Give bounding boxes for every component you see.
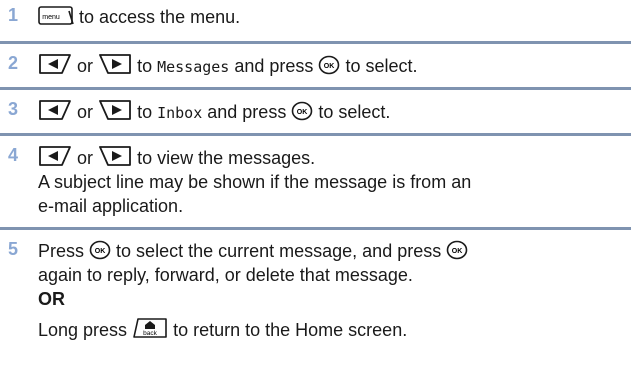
nav-left-key-icon: [38, 145, 72, 167]
svg-text:menu: menu: [42, 14, 60, 21]
nav-left-key-icon: [38, 53, 72, 75]
nav-left-key-icon: [38, 99, 72, 121]
nav-right-key-icon: [98, 99, 132, 121]
svg-text:OK: OK: [324, 63, 335, 70]
long-press-text: Long press: [38, 320, 128, 340]
step-text: to view the messages.: [137, 148, 316, 168]
press-text: and press: [234, 56, 314, 76]
or-text: or: [77, 102, 94, 122]
back-home-key-icon: back: [132, 317, 168, 339]
svg-text:back: back: [143, 330, 157, 337]
svg-text:OK: OK: [297, 109, 308, 116]
ok-key-icon: OK: [89, 240, 111, 260]
or-text: or: [77, 56, 94, 76]
divider: [0, 41, 631, 44]
step-end-text: to select.: [345, 56, 418, 76]
or-text: or: [77, 148, 94, 168]
step-number: 1: [8, 5, 19, 25]
menu-key-icon: menu: [38, 6, 74, 26]
to-text: to: [137, 102, 153, 122]
svg-text:OK: OK: [95, 248, 106, 255]
ok-key-icon: OK: [318, 55, 340, 75]
svg-text:OK: OK: [452, 248, 463, 255]
divider: [0, 133, 631, 136]
step-number: 3: [8, 99, 19, 119]
press-text: Press: [38, 241, 85, 261]
or-label: OR: [38, 289, 65, 309]
menu-target-inbox: Inbox: [157, 104, 203, 122]
step-text: to return to the Home screen.: [173, 320, 408, 340]
to-text: to: [137, 56, 153, 76]
nav-right-key-icon: [98, 145, 132, 167]
ok-key-icon: OK: [446, 240, 468, 260]
ok-key-icon: OK: [291, 101, 313, 121]
step-text: to select the current message, and press: [116, 241, 442, 261]
step-number: 4: [8, 145, 19, 165]
step-number: 5: [8, 239, 19, 259]
menu-target-messages: Messages: [157, 58, 230, 76]
divider: [0, 227, 631, 230]
step-text: to access the menu.: [79, 7, 241, 27]
step-text-line: again to reply, forward, or delete that …: [38, 265, 413, 285]
step-end-text: to select.: [318, 102, 391, 122]
divider: [0, 87, 631, 90]
step-note-line: e-mail application.: [38, 196, 184, 216]
step-number: 2: [8, 53, 19, 73]
press-text: and press: [207, 102, 287, 122]
step-note-line: A subject line may be shown if the messa…: [38, 172, 472, 192]
nav-right-key-icon: [98, 53, 132, 75]
